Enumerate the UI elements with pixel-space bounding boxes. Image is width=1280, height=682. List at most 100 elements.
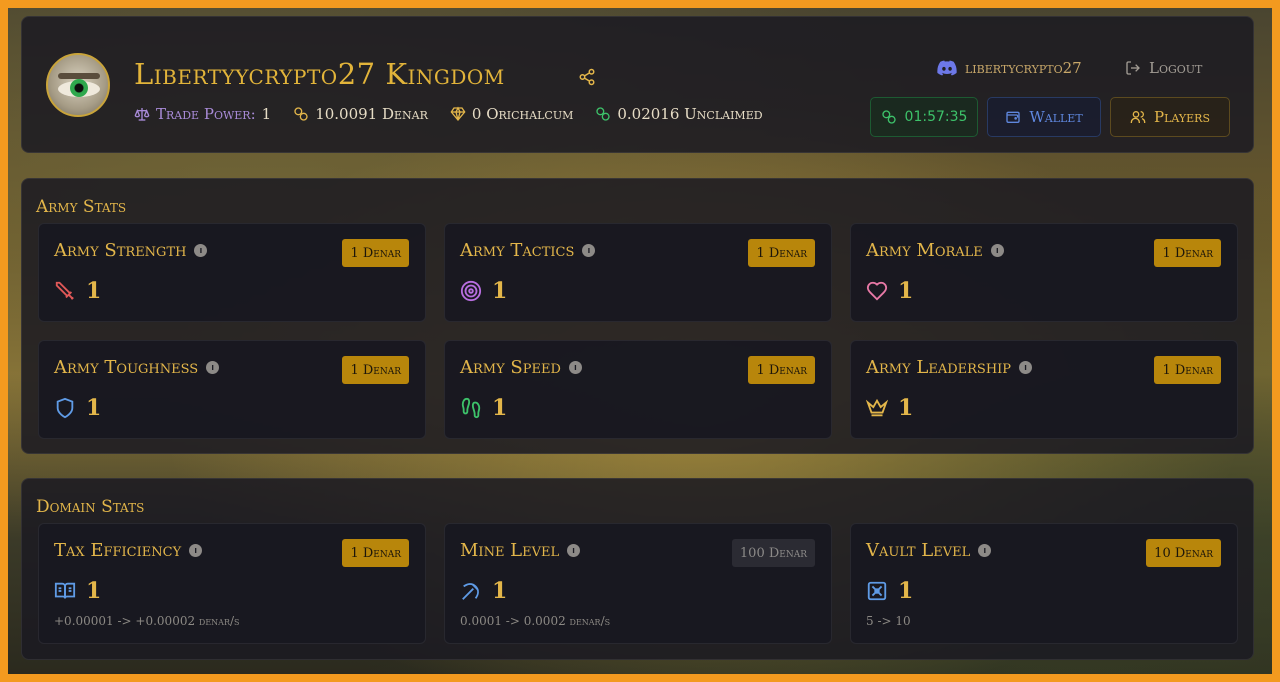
- trade-power-label: Trade Power:: [156, 105, 256, 123]
- avatar[interactable]: [46, 53, 110, 117]
- trade-power-value: 1: [261, 105, 272, 123]
- coins-green-icon: [596, 107, 611, 121]
- card-title: Army Tactics: [460, 240, 575, 261]
- stat-value: 1: [460, 278, 507, 304]
- info-icon[interactable]: i: [582, 244, 596, 257]
- card-title: Army Leadership: [866, 357, 1012, 378]
- vault-level-card: Vault Level i 10 Denar 1 5 -> 10: [850, 523, 1238, 644]
- discord-user[interactable]: libertycrypto27: [937, 59, 1082, 77]
- logout-icon: [1126, 61, 1140, 75]
- coins-timer-icon: [881, 110, 896, 124]
- info-icon[interactable]: i: [567, 544, 581, 557]
- upgrade-cost-button[interactable]: 1 Denar: [342, 539, 409, 567]
- upgrade-cost-button[interactable]: 10 Denar: [1146, 539, 1221, 567]
- info-icon[interactable]: i: [990, 244, 1004, 257]
- upgrade-cost-button[interactable]: 1 Denar: [748, 239, 815, 267]
- logout-link[interactable]: Logout: [1125, 59, 1202, 77]
- army-stats-panel: Army Stats Army Strength i 1 Denar 1 Army…: [21, 178, 1254, 454]
- info-icon[interactable]: i: [568, 361, 582, 374]
- wallet-button[interactable]: Wallet: [987, 97, 1101, 137]
- stat-value: 1: [54, 278, 101, 304]
- orichalcum-stat: 0 Orichalcum: [450, 105, 573, 123]
- upgrade-cost-button[interactable]: 100 Denar: [731, 539, 815, 567]
- kingdom-title: Libertyycrypto27 Kingdom: [134, 57, 505, 91]
- army-speed-card: Army Speed i 1 Denar 1: [444, 340, 832, 439]
- upgrade-preview: +0.00001 -> +0.00002 denar/s: [54, 614, 240, 628]
- upgrade-cost-button[interactable]: 1 Denar: [1154, 239, 1221, 267]
- tax-efficiency-card: Tax Efficiency i 1 Denar 1 +0.00001 -> +0…: [38, 523, 426, 644]
- army-stats-title: Army Stats: [36, 197, 127, 217]
- army-toughness-card: Army Toughness i 1 Denar 1: [38, 340, 426, 439]
- scale-icon: [134, 108, 150, 121]
- stat-number: 1: [86, 278, 102, 304]
- timer-value: 01:57:35: [904, 109, 968, 125]
- upgrade-cost-button[interactable]: 1 Denar: [342, 356, 409, 384]
- upgrade-cost-button[interactable]: 1 Denar: [1154, 356, 1221, 384]
- logout-label: Logout: [1149, 59, 1203, 77]
- users-icon: [1130, 111, 1146, 123]
- unclaimed-stat: 0.02016 Unclaimed: [595, 105, 763, 123]
- card-title: Army Speed: [460, 357, 561, 378]
- gem-icon: [450, 106, 466, 122]
- mine-level-card: Mine Level i 100 Denar 1 0.0001 -> 0.0002…: [444, 523, 832, 644]
- domain-stats-panel: Domain Stats Tax Efficiency i 1 Denar 1 +…: [21, 478, 1254, 660]
- sword-icon: [55, 281, 74, 300]
- denar-stat: 10.0091 Denar: [293, 105, 428, 123]
- stat-value: 1: [866, 395, 913, 421]
- stat-number: 1: [898, 395, 914, 421]
- stat-value: 1: [866, 278, 913, 304]
- footprints-icon: [461, 397, 481, 419]
- stat-value: 1: [54, 578, 101, 604]
- unclaimed-balance: 0.02016 Unclaimed: [617, 105, 763, 123]
- stat-number: 1: [898, 278, 914, 304]
- info-icon[interactable]: i: [1019, 361, 1033, 374]
- trade-power-stat: Trade Power: 1: [134, 105, 271, 123]
- denar-balance: 10.0091 Denar: [315, 105, 428, 123]
- upgrade-preview: 5 -> 10: [866, 614, 911, 628]
- kingdom-header: Libertyycrypto27 Kingdom Trade Power: 1 …: [21, 16, 1254, 153]
- players-button[interactable]: Players: [1110, 97, 1230, 137]
- crown-icon: [866, 398, 888, 417]
- info-icon[interactable]: i: [978, 544, 992, 557]
- stat-value: 1: [460, 395, 507, 421]
- app-frame: Libertyycrypto27 Kingdom Trade Power: 1 …: [8, 8, 1272, 674]
- info-icon[interactable]: i: [189, 544, 203, 557]
- army-strength-card: Army Strength i 1 Denar 1: [38, 223, 426, 322]
- card-title: Vault Level: [866, 540, 971, 561]
- stat-number: 1: [492, 278, 508, 304]
- upgrade-cost-button[interactable]: 1 Denar: [748, 356, 815, 384]
- card-title: Army Toughness: [54, 357, 199, 378]
- target-icon: [460, 280, 482, 302]
- stat-number: 1: [86, 578, 102, 604]
- claim-timer-button[interactable]: 01:57:35: [870, 97, 978, 137]
- card-title: Army Strength: [54, 240, 187, 261]
- card-title: Tax Efficiency: [54, 540, 182, 561]
- info-icon[interactable]: i: [194, 244, 208, 257]
- discord-icon: [937, 60, 957, 76]
- army-tactics-card: Army Tactics i 1 Denar 1: [444, 223, 832, 322]
- orichalcum-balance: 0 Orichalcum: [471, 105, 574, 123]
- domain-stats-title: Domain Stats: [36, 497, 145, 517]
- wallet-label: Wallet: [1029, 108, 1083, 126]
- discord-username: libertycrypto27: [965, 59, 1082, 77]
- card-title: Mine Level: [460, 540, 560, 561]
- army-leadership-card: Army Leadership i 1 Denar 1: [850, 340, 1238, 439]
- wallet-icon: [1006, 111, 1020, 123]
- book-icon: [54, 582, 76, 599]
- pickaxe-icon: [462, 583, 479, 600]
- stat-number: 1: [492, 578, 508, 604]
- stat-number: 1: [86, 395, 102, 421]
- shield-icon: [56, 397, 74, 419]
- resource-stats: Trade Power: 1 10.0091 Denar 0 Orichalcu…: [134, 105, 785, 123]
- upgrade-cost-button[interactable]: 1 Denar: [342, 239, 409, 267]
- coins-icon: [294, 107, 308, 121]
- card-title: Army Morale: [866, 240, 983, 261]
- share-icon[interactable]: [578, 68, 596, 86]
- stat-value: 1: [54, 395, 101, 421]
- stat-value: 1: [460, 578, 507, 604]
- vault-icon: [867, 581, 887, 601]
- upgrade-preview: 0.0001 -> 0.0002 denar/s: [460, 614, 611, 628]
- heart-icon: [866, 281, 888, 301]
- stat-value: 1: [866, 578, 913, 604]
- info-icon[interactable]: i: [206, 361, 220, 374]
